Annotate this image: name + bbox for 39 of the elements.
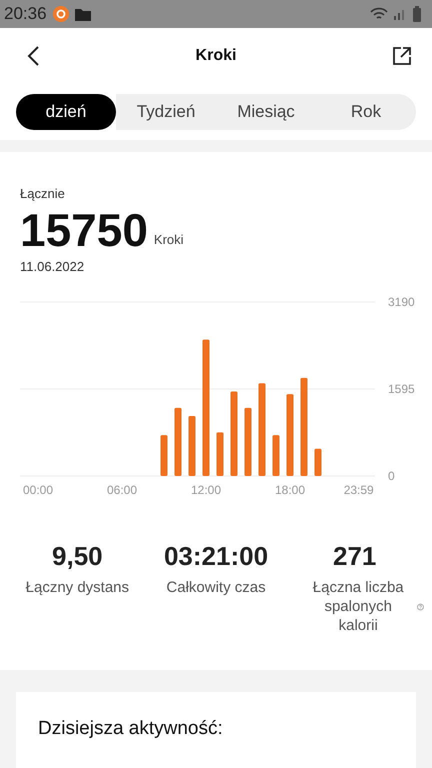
stat-label: Całkowity czas — [166, 578, 266, 597]
clock-time: 20:36 — [4, 4, 47, 24]
total-label: Łącznie — [19, 186, 66, 201]
x-axis-label: 12:00 — [190, 483, 222, 497]
activity-title: Dzisiejsza aktywność: — [38, 718, 224, 740]
wifi-icon — [370, 7, 388, 21]
signal-icon — [393, 7, 407, 21]
folder-icon — [74, 8, 91, 20]
battery-icon — [412, 6, 422, 22]
bar — [272, 435, 280, 476]
stat-value: 9,50 — [52, 541, 103, 572]
stat-label: Łączna liczba spalonych kalorii — [312, 578, 405, 635]
stat-value: 271 — [332, 541, 376, 572]
y-axis-label: 0 — [388, 469, 395, 483]
app-notification-icon — [52, 5, 70, 23]
x-axis-label: 06:00 — [106, 483, 138, 497]
x-axis-label: 00:00 — [22, 483, 54, 497]
y-axis-label: 3190 — [388, 295, 415, 309]
bar — [314, 448, 322, 476]
period-tab[interactable]: Tydzień — [116, 94, 216, 130]
back-icon[interactable] — [26, 45, 40, 67]
stat-label: Łączny dystans — [26, 578, 130, 597]
date-text: 11.06.2022 — [19, 259, 86, 274]
stat-value: 03:21:00 — [164, 541, 268, 572]
y-axis-label: 1595 — [388, 382, 415, 396]
x-axis-label: 23:59 — [344, 483, 374, 497]
period-tab[interactable]: Rok — [316, 94, 416, 130]
bar — [188, 416, 196, 476]
bar — [244, 408, 252, 476]
steps-total: 15750 — [20, 205, 148, 255]
bar — [160, 435, 168, 476]
period-tab[interactable]: Miesiąc — [216, 94, 316, 130]
bar — [216, 432, 224, 476]
page-title: Kroki — [196, 47, 236, 65]
x-axis-label: 18:00 — [274, 483, 306, 497]
share-icon[interactable] — [392, 46, 412, 66]
steps-unit: Kroki — [154, 232, 184, 249]
bar — [174, 408, 182, 476]
period-tab[interactable]: dzień — [16, 94, 116, 130]
